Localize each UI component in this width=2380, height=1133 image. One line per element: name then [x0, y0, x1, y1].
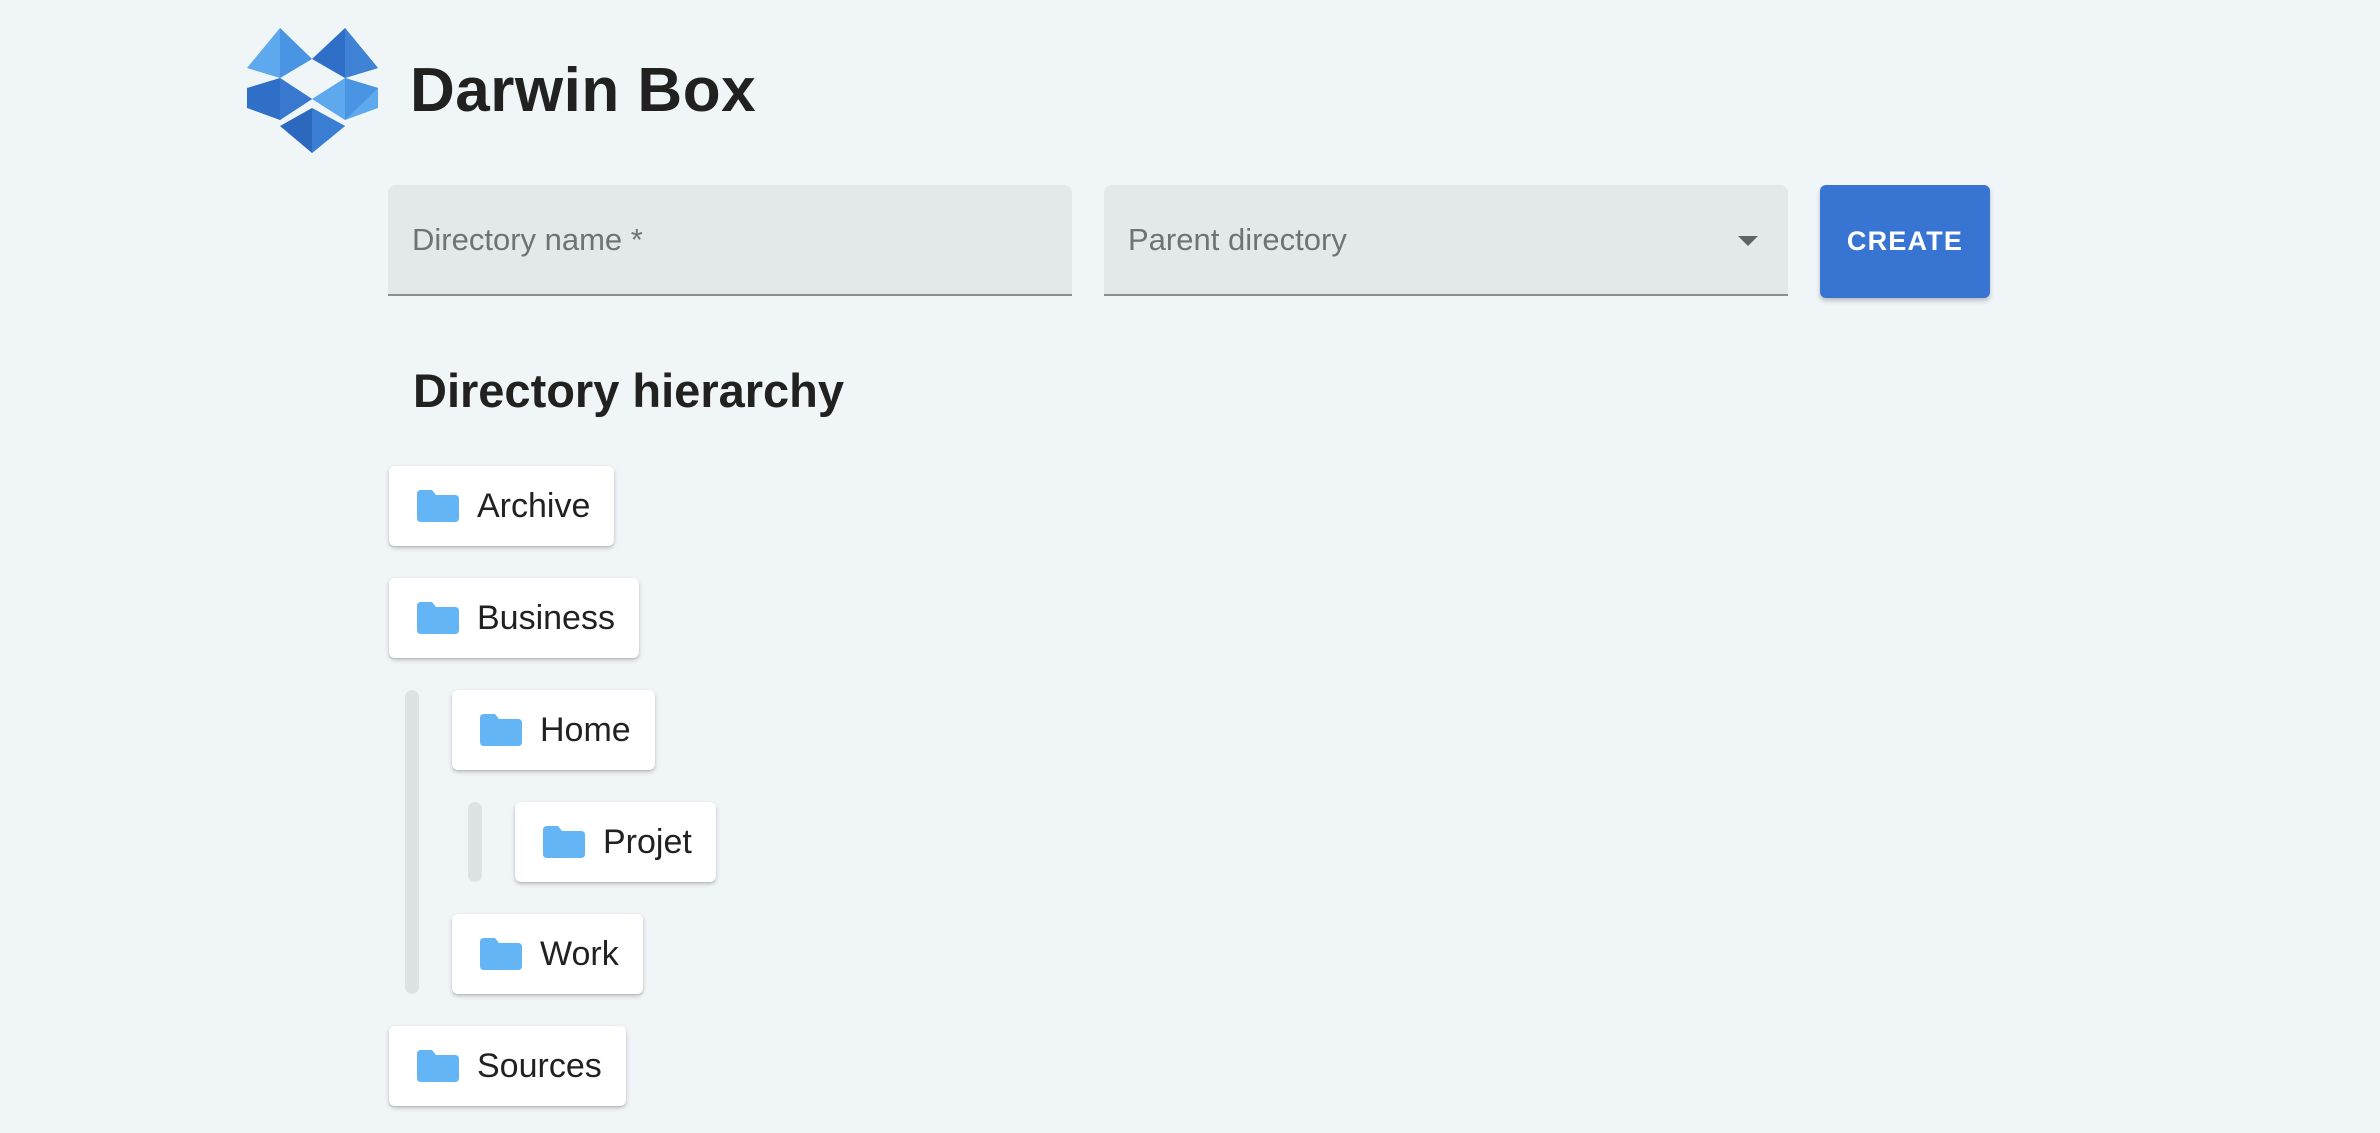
tree-item-label: Archive — [477, 486, 591, 525]
create-button[interactable]: CREATE — [1820, 185, 1990, 298]
tree-item-label: Home — [540, 710, 631, 749]
tree-indent-guide — [468, 802, 482, 882]
create-directory-form: Parent directory CREATE — [388, 185, 1990, 298]
tree-item-label: Sources — [477, 1046, 602, 1085]
folder-icon — [543, 826, 585, 858]
folder-icon — [480, 714, 522, 746]
tree-item-home[interactable]: Home — [452, 690, 655, 770]
tree-item-archive[interactable]: Archive — [389, 466, 615, 546]
tree-item-label: Business — [477, 598, 615, 637]
tree-item-label: Work — [540, 934, 619, 973]
folder-icon — [417, 602, 459, 634]
parent-directory-label: Parent directory — [1128, 221, 1347, 257]
app-logo — [247, 28, 378, 153]
directory-name-input[interactable] — [388, 185, 1072, 294]
caret-down-icon[interactable] — [1738, 235, 1758, 246]
tree-item-business[interactable]: Business — [389, 578, 639, 658]
folder-icon — [417, 490, 459, 522]
tree-item-label: Projet — [603, 822, 692, 861]
app-title: Darwin Box — [410, 56, 757, 125]
folder-icon — [417, 1050, 459, 1082]
app-header: Darwin Box — [247, 28, 756, 153]
tree-item-sources[interactable]: Sources — [389, 1026, 626, 1106]
directory-hierarchy-title: Directory hierarchy — [413, 364, 845, 417]
parent-directory-select[interactable]: Parent directory — [1104, 185, 1788, 296]
tree-indent-guide — [405, 690, 419, 994]
folder-icon — [480, 938, 522, 970]
tree-item-work[interactable]: Work — [452, 914, 643, 994]
tree-item-projet[interactable]: Projet — [515, 802, 716, 882]
directory-name-field[interactable] — [388, 185, 1072, 296]
